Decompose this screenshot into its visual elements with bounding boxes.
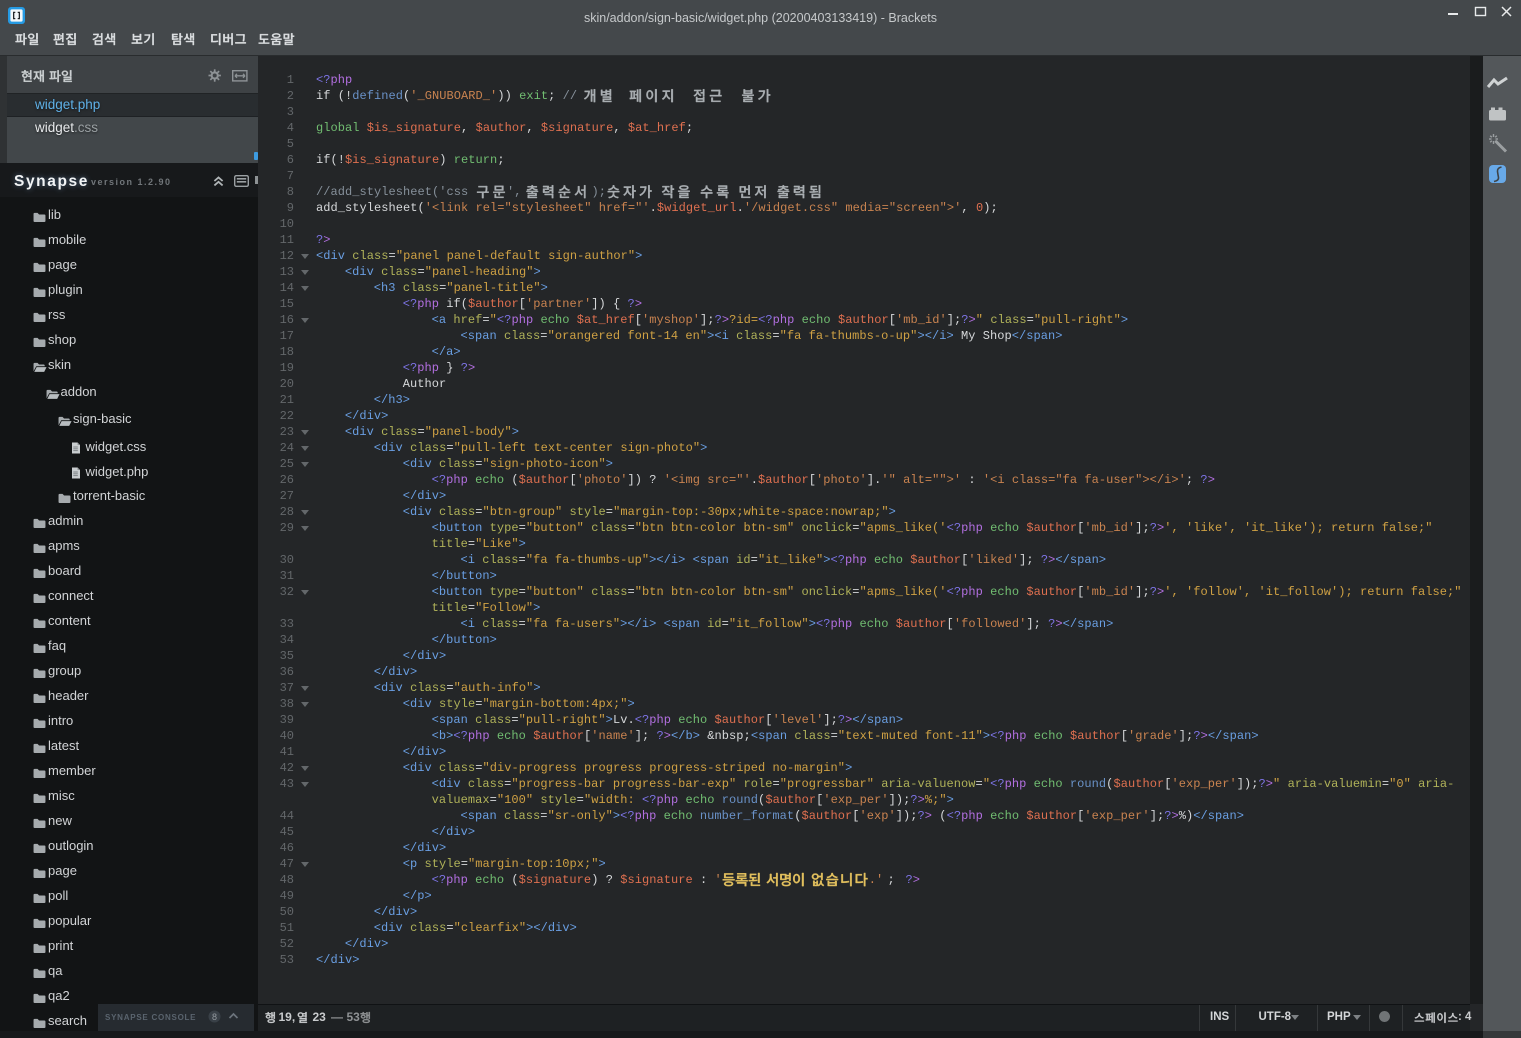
svg-text:8: 8 [212, 1012, 217, 1022]
